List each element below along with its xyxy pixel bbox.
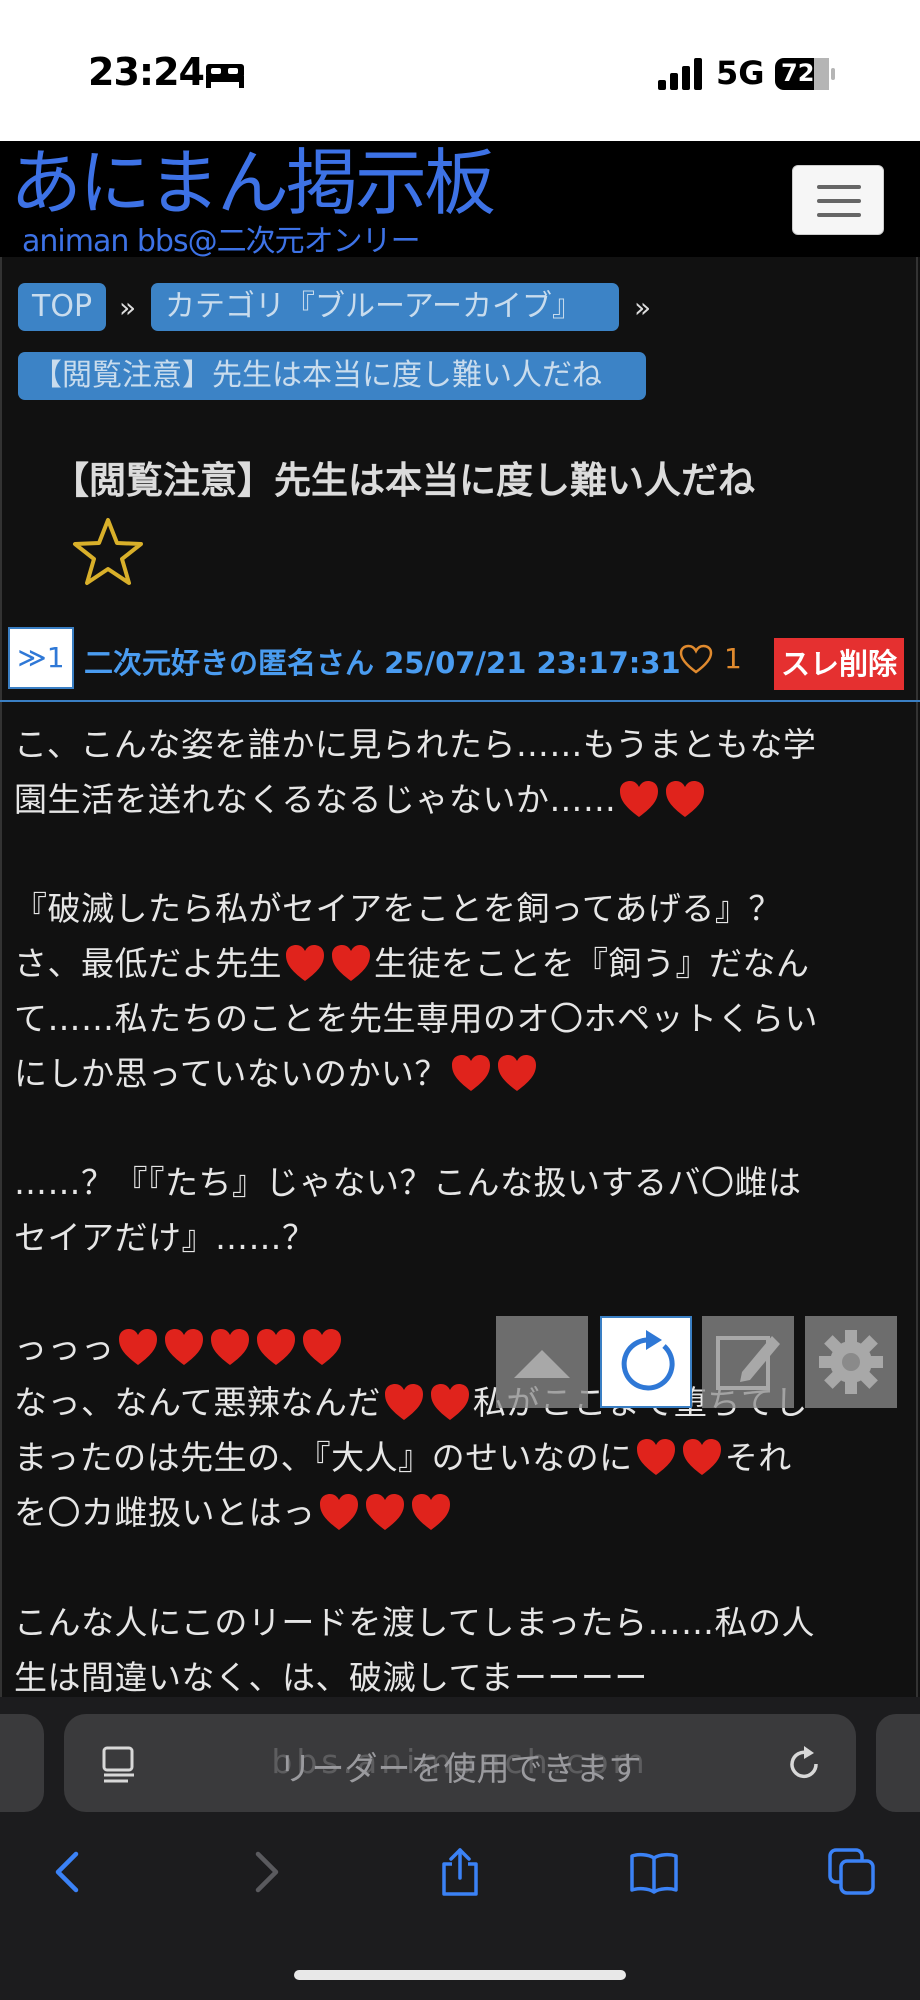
red-heart-icon	[430, 1384, 469, 1420]
red-heart-icon	[332, 945, 370, 981]
red-heart-icon	[636, 1439, 675, 1475]
status-time: 23:24	[88, 50, 205, 94]
post-line: 生は間違いなく、は、破滅してまーーーー	[14, 1658, 648, 1697]
refresh-icon[interactable]	[784, 1744, 824, 1784]
breadcrumb-thread[interactable]: 【閲覧注意】先生は本当に度し難い人だね	[18, 352, 646, 400]
breadcrumb-category[interactable]: カテゴリ『ブルーアーカイブ』	[151, 283, 619, 331]
edit-icon	[716, 1336, 780, 1390]
red-heart-icon	[682, 1439, 721, 1475]
forward-icon	[255, 1851, 279, 1893]
post-line: にしか思っていないのかい？	[14, 1047, 540, 1095]
red-heart-icon	[256, 1329, 295, 1365]
post-line: っっっ	[14, 1321, 345, 1369]
post-line: 『破滅したら私がセイアをことを飼ってあげる』？	[14, 889, 782, 928]
bookmarks-icon[interactable]	[628, 1846, 680, 1898]
breadcrumb-separator: »	[119, 291, 137, 324]
post-line: こ、こんな姿を誰かに見られたら……もうまともな学	[14, 725, 817, 764]
like-count: 1	[724, 642, 742, 675]
hamburger-icon	[817, 185, 861, 189]
back-icon[interactable]	[42, 1846, 94, 1898]
star-icon[interactable]	[72, 516, 144, 588]
scroll-top-button[interactable]	[496, 1316, 588, 1408]
network-label: 5G	[716, 54, 765, 92]
post-line: こんな人にこのリードを渡してしまったら……私の人	[14, 1603, 816, 1642]
hamburger-icon-line	[817, 199, 861, 203]
hamburger-menu-button[interactable]	[792, 165, 884, 235]
red-heart-icon	[118, 1329, 157, 1365]
red-heart-icon	[302, 1329, 341, 1365]
breadcrumb-top[interactable]: TOP	[18, 283, 107, 331]
breadcrumb-separator: »	[634, 291, 652, 324]
red-heart-icon	[451, 1055, 490, 1091]
reader-available-text[interactable]: リーダーを使用できます	[0, 1742, 920, 1790]
site-logo-title[interactable]: あにまん掲示板	[10, 143, 496, 223]
signal-icon	[658, 58, 702, 90]
red-heart-icon	[365, 1494, 404, 1530]
red-heart-icon	[620, 781, 659, 817]
post-line: さ、最低だよ先生 生徒をことを『飼う』だなん	[14, 944, 810, 983]
post-anchor-button[interactable]: ≫1	[8, 627, 74, 689]
post-line: まったのは先生の、『大人』のせいなのに それ	[14, 1438, 792, 1477]
red-heart-icon	[164, 1329, 203, 1365]
post-datetime: 25/07/21 23:17:31	[384, 646, 681, 680]
red-heart-icon	[497, 1055, 536, 1091]
post-line: セイアだけ』……？	[14, 1218, 316, 1257]
home-indicator[interactable]	[294, 1970, 626, 1980]
red-heart-icon	[411, 1494, 450, 1530]
red-heart-icon	[210, 1329, 249, 1365]
share-icon[interactable]	[434, 1846, 486, 1898]
site-subtitle: animan bbs@二次元オンリー	[22, 224, 421, 259]
scroll-up-icon	[514, 1350, 570, 1378]
hamburger-icon-line	[817, 213, 861, 217]
settings-button[interactable]	[805, 1316, 897, 1408]
delete-thread-button[interactable]: スレ削除	[774, 638, 904, 690]
gear-icon	[819, 1330, 883, 1394]
red-heart-icon	[286, 945, 324, 981]
tabs-icon[interactable]	[826, 1846, 878, 1898]
status-bar: 23:24 5G 72	[0, 0, 920, 141]
red-heart-icon	[319, 1494, 358, 1530]
bed-icon	[206, 64, 244, 88]
post-line: を〇カ雌扱いとはっ	[14, 1486, 454, 1534]
battery-icon: 72	[775, 56, 837, 92]
post-line: て……私たちのことを先生専用のオ〇ホペットくらい	[14, 999, 818, 1038]
red-heart-icon	[666, 781, 705, 817]
post-author: 二次元好きの匿名さん	[84, 646, 375, 680]
heart-outline-icon[interactable]	[679, 644, 713, 674]
post-line: 園生活を送れなくるなるじゃないか……	[14, 773, 708, 821]
reload-button[interactable]	[600, 1316, 692, 1408]
reload-icon	[621, 1330, 675, 1391]
compose-button[interactable]	[702, 1316, 794, 1408]
post-line: ……？『『たち』じゃない？こんな扱いするバ〇雌は	[14, 1163, 802, 1202]
thread-title: 【閲覧注意】先生は本当に度し難い人だね	[52, 459, 755, 502]
battery-level: 72	[781, 59, 815, 87]
post-meta: 二次元好きの匿名さん 25/07/21 23:17:31	[84, 640, 681, 682]
red-heart-icon	[384, 1384, 423, 1420]
